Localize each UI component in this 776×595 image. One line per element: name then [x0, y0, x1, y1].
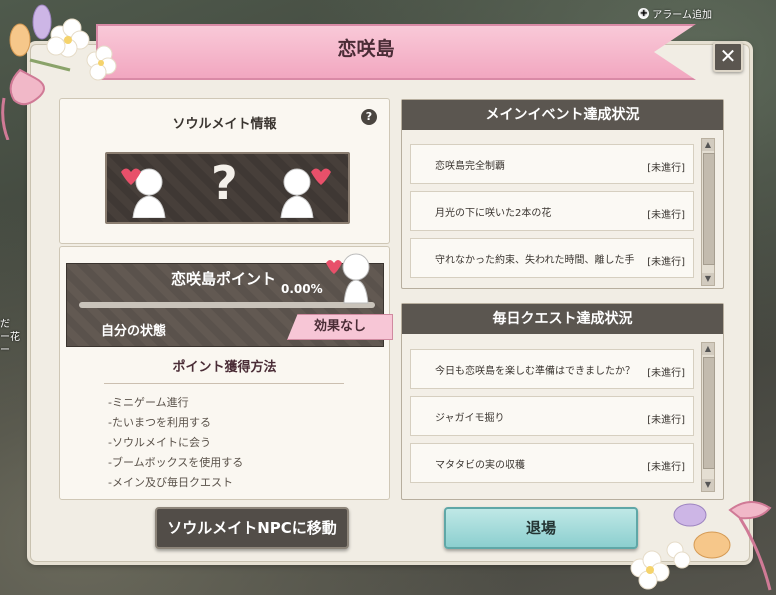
divider — [104, 383, 344, 384]
list-item[interactable]: 守れなかった約束、失われた時間、離した手 [未進行] — [410, 238, 694, 278]
list-item: -ソウルメイトに会う — [108, 436, 211, 449]
daily-quest-scrollbar[interactable]: ▲ ▼ — [701, 342, 715, 492]
soulmate-info-box: ソウルメイト情報 ? ? — [59, 98, 390, 244]
earn-method-list: -ミニゲーム進行 -たいまつを利用する -ソウルメイトに会う -ブームボックスを… — [108, 393, 243, 493]
soulmate-portrait-frame: ? — [105, 152, 350, 224]
scroll-down-icon[interactable]: ▼ — [702, 479, 714, 491]
list-item[interactable]: 今日も恋咲島を楽しむ準備はできましたか？ [未進行] — [410, 349, 694, 389]
daily-quest-panel: 毎日クエスト達成状況 今日も恋咲島を楽しむ準備はできましたか？ [未進行] ジャ… — [401, 303, 724, 500]
character-mascot-icon — [326, 253, 370, 304]
list-item[interactable]: 恋咲島完全制覇 [未進行] — [410, 144, 694, 184]
close-button[interactable]: ✕ — [713, 42, 743, 72]
list-item[interactable]: マタタビの実の収穫 [未進行] — [410, 443, 694, 483]
state-badge: 効果なし — [287, 314, 393, 340]
daily-quest-header: 毎日クエスト達成状況 — [402, 304, 723, 334]
scroll-thumb[interactable] — [703, 357, 715, 469]
soulmate-character-left-icon — [121, 168, 166, 218]
exit-button[interactable]: 退場 — [444, 507, 638, 549]
list-item: -たいまつを利用する — [108, 416, 211, 429]
list-item: -ブームボックスを使用する — [108, 456, 244, 469]
flower-decoration-icon — [630, 501, 772, 591]
points-label: 恋咲島ポイント — [171, 270, 277, 288]
main-event-scrollbar[interactable]: ▲ ▼ — [701, 138, 715, 286]
window-title: 恋咲島 — [337, 38, 395, 60]
earn-method-title: ポイント獲得方法 — [172, 360, 277, 375]
list-item[interactable]: ジャガイモ掘り [未進行] — [410, 396, 694, 436]
points-box: 恋咲島ポイント 0.00% 自分の状態 効果なし ポイント獲得方法 -ミニゲーム… — [59, 246, 393, 500]
alarm-add-hint[interactable]: + アラーム追加 — [638, 6, 712, 21]
soulmate-character-right-icon — [280, 168, 331, 218]
main-event-panel: メインイベント達成状況 恋咲島完全制覇 [未進行] 月光の下に咲いた2本の花 [… — [401, 99, 724, 289]
unknown-soulmate-mark: ? — [211, 156, 238, 210]
background-chat-text: だ ー花 ー — [0, 319, 20, 356]
scroll-up-icon[interactable]: ▲ — [702, 139, 714, 151]
move-to-soulmate-npc-button[interactable]: ソウルメイトNPCに移動 — [155, 507, 349, 549]
scroll-up-icon[interactable]: ▲ — [702, 343, 714, 355]
list-item: -メイン及び毎日クエスト — [108, 476, 233, 489]
state-label: 自分の状態 — [101, 324, 167, 339]
scroll-down-icon[interactable]: ▼ — [702, 273, 714, 285]
scroll-thumb[interactable] — [703, 153, 715, 265]
soulmate-info-title: ソウルメイト情報 — [172, 117, 277, 132]
points-value: 0.00% — [281, 282, 323, 296]
list-item[interactable]: 月光の下に咲いた2本の花 [未進行] — [410, 191, 694, 231]
help-icon[interactable]: ? — [361, 109, 377, 125]
plus-icon: + — [638, 8, 650, 19]
main-event-header: メインイベント達成状況 — [402, 100, 723, 130]
alarm-add-label: アラーム追加 — [652, 10, 712, 21]
list-item: -ミニゲーム進行 — [108, 396, 189, 409]
